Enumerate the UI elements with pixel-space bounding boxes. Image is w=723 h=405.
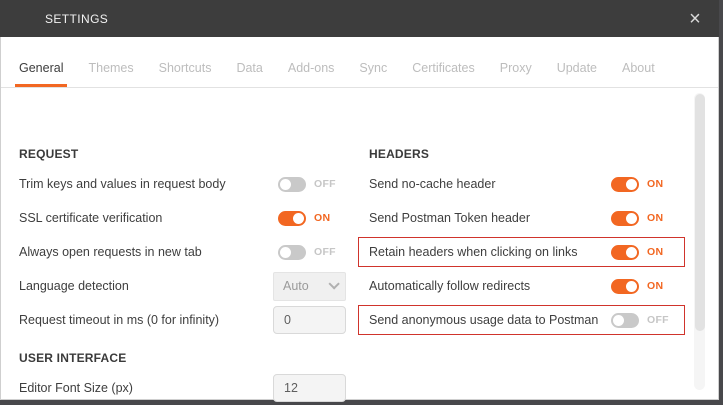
toggle-group: ON [278,211,330,226]
no-cache-header-toggle[interactable] [611,177,639,192]
postman-token-header-toggle[interactable] [611,211,639,226]
toggle-knob [626,281,637,292]
toggle-state-label: ON [314,212,330,224]
setting-label: Send no-cache header [369,177,495,191]
selected-option-label: Auto [283,279,309,293]
toggle-knob [613,315,624,326]
modal-title: SETTINGS [0,12,108,26]
toggle-group: ON [611,279,663,294]
close-icon[interactable]: × [683,7,707,31]
toggle-knob [626,247,637,258]
tab-addons[interactable]: Add-ons [288,61,335,87]
toggle-state-label: OFF [647,314,669,326]
setting-label: SSL certificate verification [19,211,162,225]
setting-row-anonymous-usage-data: Send anonymous usage data to Postman OFF [369,303,685,337]
chevron-down-icon [328,278,339,289]
toggle-group: OFF [278,177,336,192]
tab-themes[interactable]: Themes [88,61,133,87]
setting-row-ssl-verification: SSL certificate verification ON [19,201,346,235]
toggle-state-label: ON [647,280,663,292]
modal-body: General Themes Shortcuts Data Add-ons Sy… [0,37,719,400]
toggle-knob [280,179,291,190]
toggle-group: ON [611,245,663,260]
tab-shortcuts[interactable]: Shortcuts [159,61,212,87]
toggle-state-label: OFF [314,246,336,258]
toggle-group: ON [611,177,663,192]
toggle-knob [280,247,291,258]
open-new-tab-toggle[interactable] [278,245,306,260]
tab-update[interactable]: Update [557,61,597,87]
setting-row-open-new-tab: Always open requests in new tab OFF [19,235,346,269]
tab-sync[interactable]: Sync [359,61,387,87]
control-slot [273,306,346,334]
toggle-state-label: OFF [314,178,336,190]
headers-section-heading: HEADERS [369,141,685,167]
setting-row-request-timeout: Request timeout in ms (0 for infinity) [19,303,346,337]
setting-row-language-detection: Language detection Auto [19,269,346,303]
headers-column: HEADERS Send no-cache header ON Send Pos… [369,141,685,337]
modal-titlebar: SETTINGS × [0,0,719,37]
toggle-knob [626,213,637,224]
setting-label: Trim keys and values in request body [19,177,226,191]
tab-general[interactable]: General [19,61,63,87]
toggle-state-label: ON [647,178,663,190]
setting-label: Request timeout in ms (0 for infinity) [19,313,219,327]
toggle-knob [293,213,304,224]
control-slot [273,374,346,402]
tab-about[interactable]: About [622,61,655,87]
language-detection-select[interactable]: Auto [273,272,346,301]
trim-keys-toggle[interactable] [278,177,306,192]
setting-label: Send anonymous usage data to Postman [369,313,598,327]
control-slot: Auto [273,272,346,301]
request-section-heading: REQUEST [19,141,346,167]
toggle-group: ON [611,211,663,226]
setting-label: Language detection [19,279,129,293]
setting-row-editor-font-size: Editor Font Size (px) [19,371,346,405]
settings-modal: SETTINGS × General Themes Shortcuts Data… [0,0,719,400]
setting-row-trim-keys: Trim keys and values in request body OFF [19,167,346,201]
toggle-state-label: ON [647,246,663,258]
retain-headers-toggle[interactable] [611,245,639,260]
setting-row-retain-headers: Retain headers when clicking on links ON [369,235,685,269]
anonymous-usage-data-toggle[interactable] [611,313,639,328]
scrollbar-thumb[interactable] [695,94,705,331]
setting-row-follow-redirects: Automatically follow redirects ON [369,269,685,303]
setting-label: Retain headers when clicking on links [369,245,577,259]
toggle-state-label: ON [647,212,663,224]
toggle-group: OFF [278,245,336,260]
tab-data[interactable]: Data [236,61,262,87]
settings-tabbar: General Themes Shortcuts Data Add-ons Sy… [1,37,718,88]
toggle-group: OFF [611,313,669,328]
setting-label: Always open requests in new tab [19,245,202,259]
toggle-knob [626,179,637,190]
tab-proxy[interactable]: Proxy [500,61,532,87]
editor-font-size-input[interactable] [273,374,346,402]
request-column: REQUEST Trim keys and values in request … [19,141,346,405]
ui-section-heading: USER INTERFACE [19,345,346,371]
vertical-scrollbar [694,93,705,390]
settings-dialog-screen: SETTINGS × General Themes Shortcuts Data… [0,0,723,405]
setting-row-postman-token-header: Send Postman Token header ON [369,201,685,235]
tab-certificates[interactable]: Certificates [412,61,475,87]
ssl-verification-toggle[interactable] [278,211,306,226]
setting-row-no-cache-header: Send no-cache header ON [369,167,685,201]
follow-redirects-toggle[interactable] [611,279,639,294]
setting-label: Automatically follow redirects [369,279,530,293]
setting-label: Send Postman Token header [369,211,530,225]
request-timeout-input[interactable] [273,306,346,334]
setting-label: Editor Font Size (px) [19,381,133,395]
